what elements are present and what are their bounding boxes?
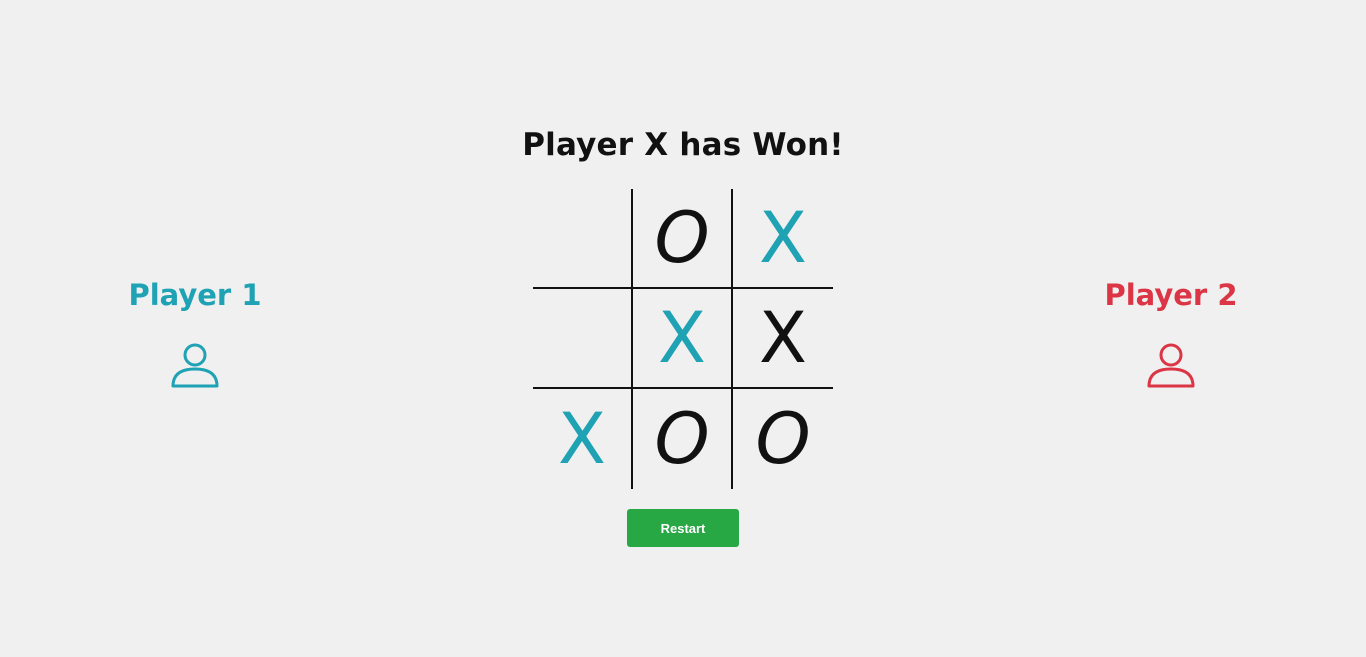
restart-button[interactable]: Restart: [627, 509, 739, 547]
user-icon: [1147, 343, 1195, 388]
user-icon: [171, 343, 219, 388]
player-1-panel: Player 1: [75, 277, 315, 391]
player-1-label: Player 1: [128, 278, 262, 312]
game-status-title: Player X has Won!: [522, 127, 844, 163]
board-cell[interactable]: X: [733, 289, 833, 389]
player-2-label: Player 2: [1104, 278, 1238, 312]
board-cell[interactable]: X: [533, 389, 633, 489]
board-cell[interactable]: O: [633, 389, 733, 489]
board-cell[interactable]: X: [633, 289, 733, 389]
board-cell[interactable]: O: [733, 389, 833, 489]
game-board: O X X X X O O: [533, 189, 833, 489]
player-2-panel: Player 2: [1051, 277, 1291, 391]
board-cell[interactable]: O: [633, 189, 733, 289]
board-cell[interactable]: [533, 189, 633, 289]
board-cell[interactable]: X: [733, 189, 833, 289]
board-cell[interactable]: [533, 289, 633, 389]
